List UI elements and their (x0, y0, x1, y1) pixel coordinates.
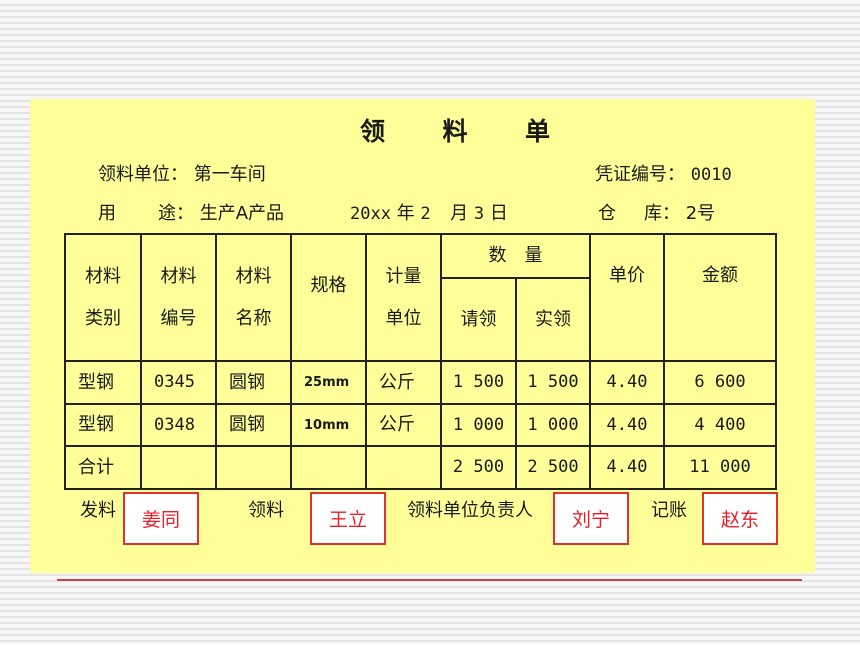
requisition-unit-label: 领料单位： (98, 164, 188, 185)
warehouse: 仓 库： 2号 (598, 199, 715, 225)
table-row: 型钢 0348 圆钢 10mm 公斤 1 000 1 000 4.40 4 40… (64, 403, 777, 447)
warehouse-value: 2号 (685, 203, 716, 224)
header-requested: 请领 (440, 277, 517, 362)
header-unit-price: 单价 (589, 233, 665, 362)
date-year-unit: 年 (396, 203, 415, 224)
slide-divider-line (57, 579, 802, 581)
unit-head-label: 领料单位负责人 (407, 500, 533, 521)
total-label: 合计 (64, 445, 142, 490)
cell-empty (215, 445, 292, 490)
total-requested: 2 500 (440, 445, 517, 490)
header-spec: 规格 (290, 233, 367, 362)
header-quantity: 数 量 (440, 233, 591, 279)
cell-category: 型钢 (64, 360, 142, 405)
purpose-label-1: 用 (98, 203, 116, 224)
cell-category: 型钢 (64, 403, 142, 447)
cell-unit-price: 4.40 (589, 403, 665, 447)
header-name: 材料 名称 (215, 233, 292, 362)
cell-spec: 25mm (290, 360, 367, 405)
total-amount: 11 000 (663, 445, 777, 490)
warehouse-label-2: 库： (644, 203, 680, 224)
voucher-number-label: 凭证编号： (595, 164, 685, 185)
requisition-unit: 领料单位： 第一车间 (98, 160, 266, 186)
cell-unit-price: 4.40 (589, 360, 665, 405)
purpose: 用 途： 生产A产品 (98, 199, 284, 225)
cell-code: 0348 (140, 403, 217, 447)
form-title: 领 料 单 (360, 112, 550, 148)
date-month-unit: 月 (450, 203, 469, 224)
table-row: 型钢 0345 圆钢 25mm 公斤 1 500 1 500 4.40 6 60… (64, 360, 777, 405)
title-char: 领 (360, 117, 386, 146)
date-month: 2 (420, 204, 431, 224)
receiver-signature: 王立 (310, 492, 386, 545)
header-amount: 金额 (663, 233, 777, 362)
cell-unit: 公斤 (365, 403, 442, 447)
table-total-row: 合计 2 500 2 500 4.40 11 000 (64, 445, 777, 490)
cell-unit: 公斤 (365, 360, 442, 405)
cell-empty (140, 445, 217, 490)
cell-name: 圆钢 (215, 403, 292, 447)
cell-actual: 1 000 (515, 403, 591, 447)
header-category: 材料 类别 (64, 233, 142, 362)
voucher-number: 凭证编号： 0010 (595, 160, 732, 186)
purpose-value: 生产A产品 (199, 203, 285, 224)
bookkeeper-signature: 赵东 (702, 492, 778, 545)
header-actual: 实领 (515, 277, 591, 362)
total-actual: 2 500 (515, 445, 591, 490)
title-char: 料 (442, 117, 468, 146)
cell-requested: 1 500 (440, 360, 517, 405)
receiver-label: 领料 (248, 500, 284, 521)
header-code: 材料 编号 (140, 233, 217, 362)
purpose-label-2: 途： (158, 203, 194, 224)
title-char: 单 (524, 117, 550, 146)
cell-empty (365, 445, 442, 490)
date-day-unit: 日 (489, 203, 508, 224)
warehouse-label-1: 仓 (598, 203, 616, 224)
cell-empty (290, 445, 367, 490)
unit-head-signature: 刘宁 (553, 492, 629, 545)
bookkeeper-label: 记账 (651, 500, 687, 521)
issuer-label: 发料 (80, 500, 116, 521)
total-unit-price: 4.40 (589, 445, 665, 490)
date-year: 20xx (350, 204, 391, 224)
cell-requested: 1 000 (440, 403, 517, 447)
cell-amount: 4 400 (663, 403, 777, 447)
voucher-number-value: 0010 (690, 165, 732, 185)
materials-table: 材料 类别 材料 编号 材料 名称 规格 计量 单位 数 量 单价 金额 请领 实领 型… (64, 233, 777, 490)
header-unit: 计量 单位 (365, 233, 442, 362)
cell-code: 0345 (140, 360, 217, 405)
cell-name: 圆钢 (215, 360, 292, 405)
cell-actual: 1 500 (515, 360, 591, 405)
date: 20xx 年 2 月 3 日 (350, 199, 508, 225)
requisition-unit-value: 第一车间 (193, 164, 266, 185)
date-day: 3 (473, 204, 485, 224)
issuer-signature: 姜同 (123, 492, 199, 545)
cell-amount: 6 600 (663, 360, 777, 405)
cell-spec: 10mm (290, 403, 367, 447)
